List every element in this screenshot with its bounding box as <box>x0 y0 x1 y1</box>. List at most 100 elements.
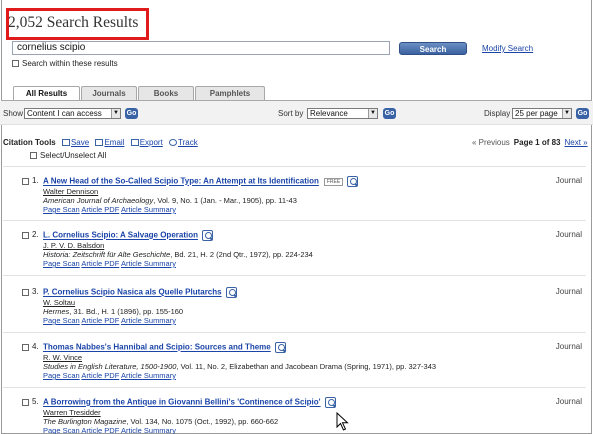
result-author-link[interactable]: W. Soltau <box>43 298 75 307</box>
show-select[interactable]: Content I can access ▼ <box>24 108 121 119</box>
next-page-link[interactable]: Next » <box>564 138 587 147</box>
display-go-button[interactable]: Go <box>576 108 589 119</box>
magnifier-icon[interactable] <box>225 287 237 298</box>
result-type: Journal <box>555 397 582 406</box>
result-type: Journal <box>555 176 582 185</box>
result-author-link[interactable]: R. W. Vince <box>43 353 82 362</box>
chevron-down-icon: ▼ <box>368 109 377 118</box>
result-source: Hermes, 31. Bd., H. 1 (1896), pp. 155-16… <box>43 307 183 316</box>
result-source: The Burlington Magazine, Vol. 134, No. 1… <box>43 417 278 426</box>
article-summary-link[interactable]: Article Summary <box>121 371 176 380</box>
magnifier-icon[interactable] <box>274 342 286 353</box>
article-pdf-link[interactable]: Article PDF <box>81 259 119 268</box>
page-scan-link[interactable]: Page Scan <box>43 371 80 380</box>
display-select-value: 25 per page <box>515 109 558 118</box>
article-summary-link[interactable]: Article Summary <box>121 205 176 214</box>
result-checkbox[interactable] <box>22 232 29 239</box>
journal-name: American Journal of Archaeology <box>43 196 154 205</box>
chevron-down-icon: ▼ <box>562 109 571 118</box>
search-within-checkbox[interactable] <box>12 60 19 68</box>
result-checkbox[interactable] <box>22 178 29 185</box>
sort-go-button[interactable]: Go <box>383 108 396 119</box>
journal-details: , Bd. 21, H. 2 (2nd Qtr., 1972), pp. 224… <box>170 250 313 259</box>
article-summary-link[interactable]: Article Summary <box>121 426 176 434</box>
result-title-link[interactable]: A New Head of the So-Called Scipio Type:… <box>43 177 319 186</box>
show-label: Show <box>3 109 24 118</box>
search-button[interactable]: Search <box>399 42 467 55</box>
select-all-checkbox[interactable] <box>30 152 37 160</box>
result-title-link[interactable]: L. Cornelius Scipio: A Salvage Operation <box>43 231 198 240</box>
mouse-cursor-icon <box>336 412 349 431</box>
select-all-label: Select/Unselect All <box>40 151 107 160</box>
result-type: Journal <box>555 287 582 296</box>
result-number: 4. <box>32 342 39 351</box>
results-count-heading: 2,052 Search Results <box>8 14 139 31</box>
sort-select-value: Relevance <box>310 109 348 118</box>
article-pdf-link[interactable]: Article PDF <box>81 205 119 214</box>
journal-details: , 31. Bd., H. 1 (1896), pp. 155-160 <box>69 307 184 316</box>
page-scan-link[interactable]: Page Scan <box>43 259 80 268</box>
article-summary-link[interactable]: Article Summary <box>121 316 176 325</box>
result-source: Historia: Zeitschrift für Alte Geschicht… <box>43 250 313 259</box>
track-link[interactable]: Track <box>178 138 198 147</box>
search-within-option[interactable]: Search within these results <box>12 59 118 68</box>
article-pdf-link[interactable]: Article PDF <box>81 316 119 325</box>
result-number: 2. <box>32 230 39 239</box>
result-author-link[interactable]: J. P. V. D. Balsdon <box>43 241 104 250</box>
journal-details: , Vol. 11, No. 2, Elizabethan and Jacobe… <box>176 362 437 371</box>
tab-pamphlets[interactable]: Pamphlets <box>195 86 265 101</box>
result-checkbox[interactable] <box>22 289 29 296</box>
result-links: Page Scan Article PDF Article Summary <box>43 316 176 325</box>
export-icon <box>130 139 139 147</box>
result-number: 5. <box>32 397 39 406</box>
tab-books[interactable]: Books <box>138 86 194 101</box>
results-controls-bar: Show Content I can access ▼ Go Sort by R… <box>0 101 593 125</box>
search-input[interactable]: cornelius scipio <box>12 41 390 55</box>
magnifier-icon[interactable] <box>347 176 359 187</box>
page-scan-link[interactable]: Page Scan <box>43 426 80 434</box>
sort-select[interactable]: Relevance ▼ <box>307 108 378 119</box>
show-go-button[interactable]: Go <box>125 108 138 119</box>
display-label: Display <box>484 109 511 118</box>
result-checkbox[interactable] <box>22 344 29 351</box>
page-scan-link[interactable]: Page Scan <box>43 205 80 214</box>
result-source: Studies in English Literature, 1500-1900… <box>43 362 436 371</box>
journal-details: , Vol. 9, No. 1 (Jan. - Mar., 1905), pp.… <box>153 196 297 205</box>
save-link[interactable]: Save <box>71 138 89 147</box>
email-icon <box>95 139 104 147</box>
display-select[interactable]: 25 per page ▼ <box>512 108 572 119</box>
sort-label: Sort by <box>278 109 304 118</box>
search-within-label: Search within these results <box>22 59 118 68</box>
row-divider <box>3 166 586 167</box>
result-number: 1. <box>32 176 39 185</box>
free-badge: FREE <box>323 177 344 186</box>
article-summary-link[interactable]: Article Summary <box>121 259 176 268</box>
journal-name: Studies in English Literature, 1500-1900 <box>43 362 177 371</box>
result-title-link[interactable]: A Borrowing from the Antique in Giovanni… <box>43 398 321 407</box>
result-number: 3. <box>32 287 39 296</box>
journal-name: Hermes <box>43 307 70 316</box>
track-icon <box>169 139 178 147</box>
magnifier-icon[interactable] <box>202 230 213 241</box>
citation-tools-label: Citation Tools <box>3 138 56 147</box>
result-source: American Journal of Archaeology, Vol. 9,… <box>43 196 297 205</box>
journal-details: , Vol. 134, No. 1075 (Oct., 1992), pp. 6… <box>126 417 279 426</box>
page-scan-link[interactable]: Page Scan <box>43 316 80 325</box>
result-title-link[interactable]: P. Cornelius Scipio Nasica als Quelle Pl… <box>43 288 222 297</box>
journal-name: Historia: Zeitschrift für Alte Geschicht… <box>43 250 171 259</box>
result-type: Journal <box>555 230 582 239</box>
tab-journals[interactable]: Journals <box>81 86 137 101</box>
magnifier-icon[interactable] <box>324 397 336 408</box>
select-all-option[interactable]: Select/Unselect All <box>30 151 106 160</box>
email-link[interactable]: Email <box>104 138 124 147</box>
result-checkbox[interactable] <box>22 399 29 406</box>
result-author-link[interactable]: Warren Tresidder <box>43 408 101 417</box>
article-pdf-link[interactable]: Article PDF <box>81 371 119 380</box>
modify-search-link[interactable]: Modify Search <box>482 44 533 53</box>
result-author-link[interactable]: Walter Dennison <box>43 187 98 196</box>
article-pdf-link[interactable]: Article PDF <box>81 426 119 434</box>
row-divider <box>3 275 586 276</box>
result-title-link[interactable]: Thomas Nabbes's Hannibal and Scipio: Sou… <box>43 343 271 352</box>
chevron-down-icon: ▼ <box>111 109 120 118</box>
export-link[interactable]: Export <box>140 138 163 147</box>
